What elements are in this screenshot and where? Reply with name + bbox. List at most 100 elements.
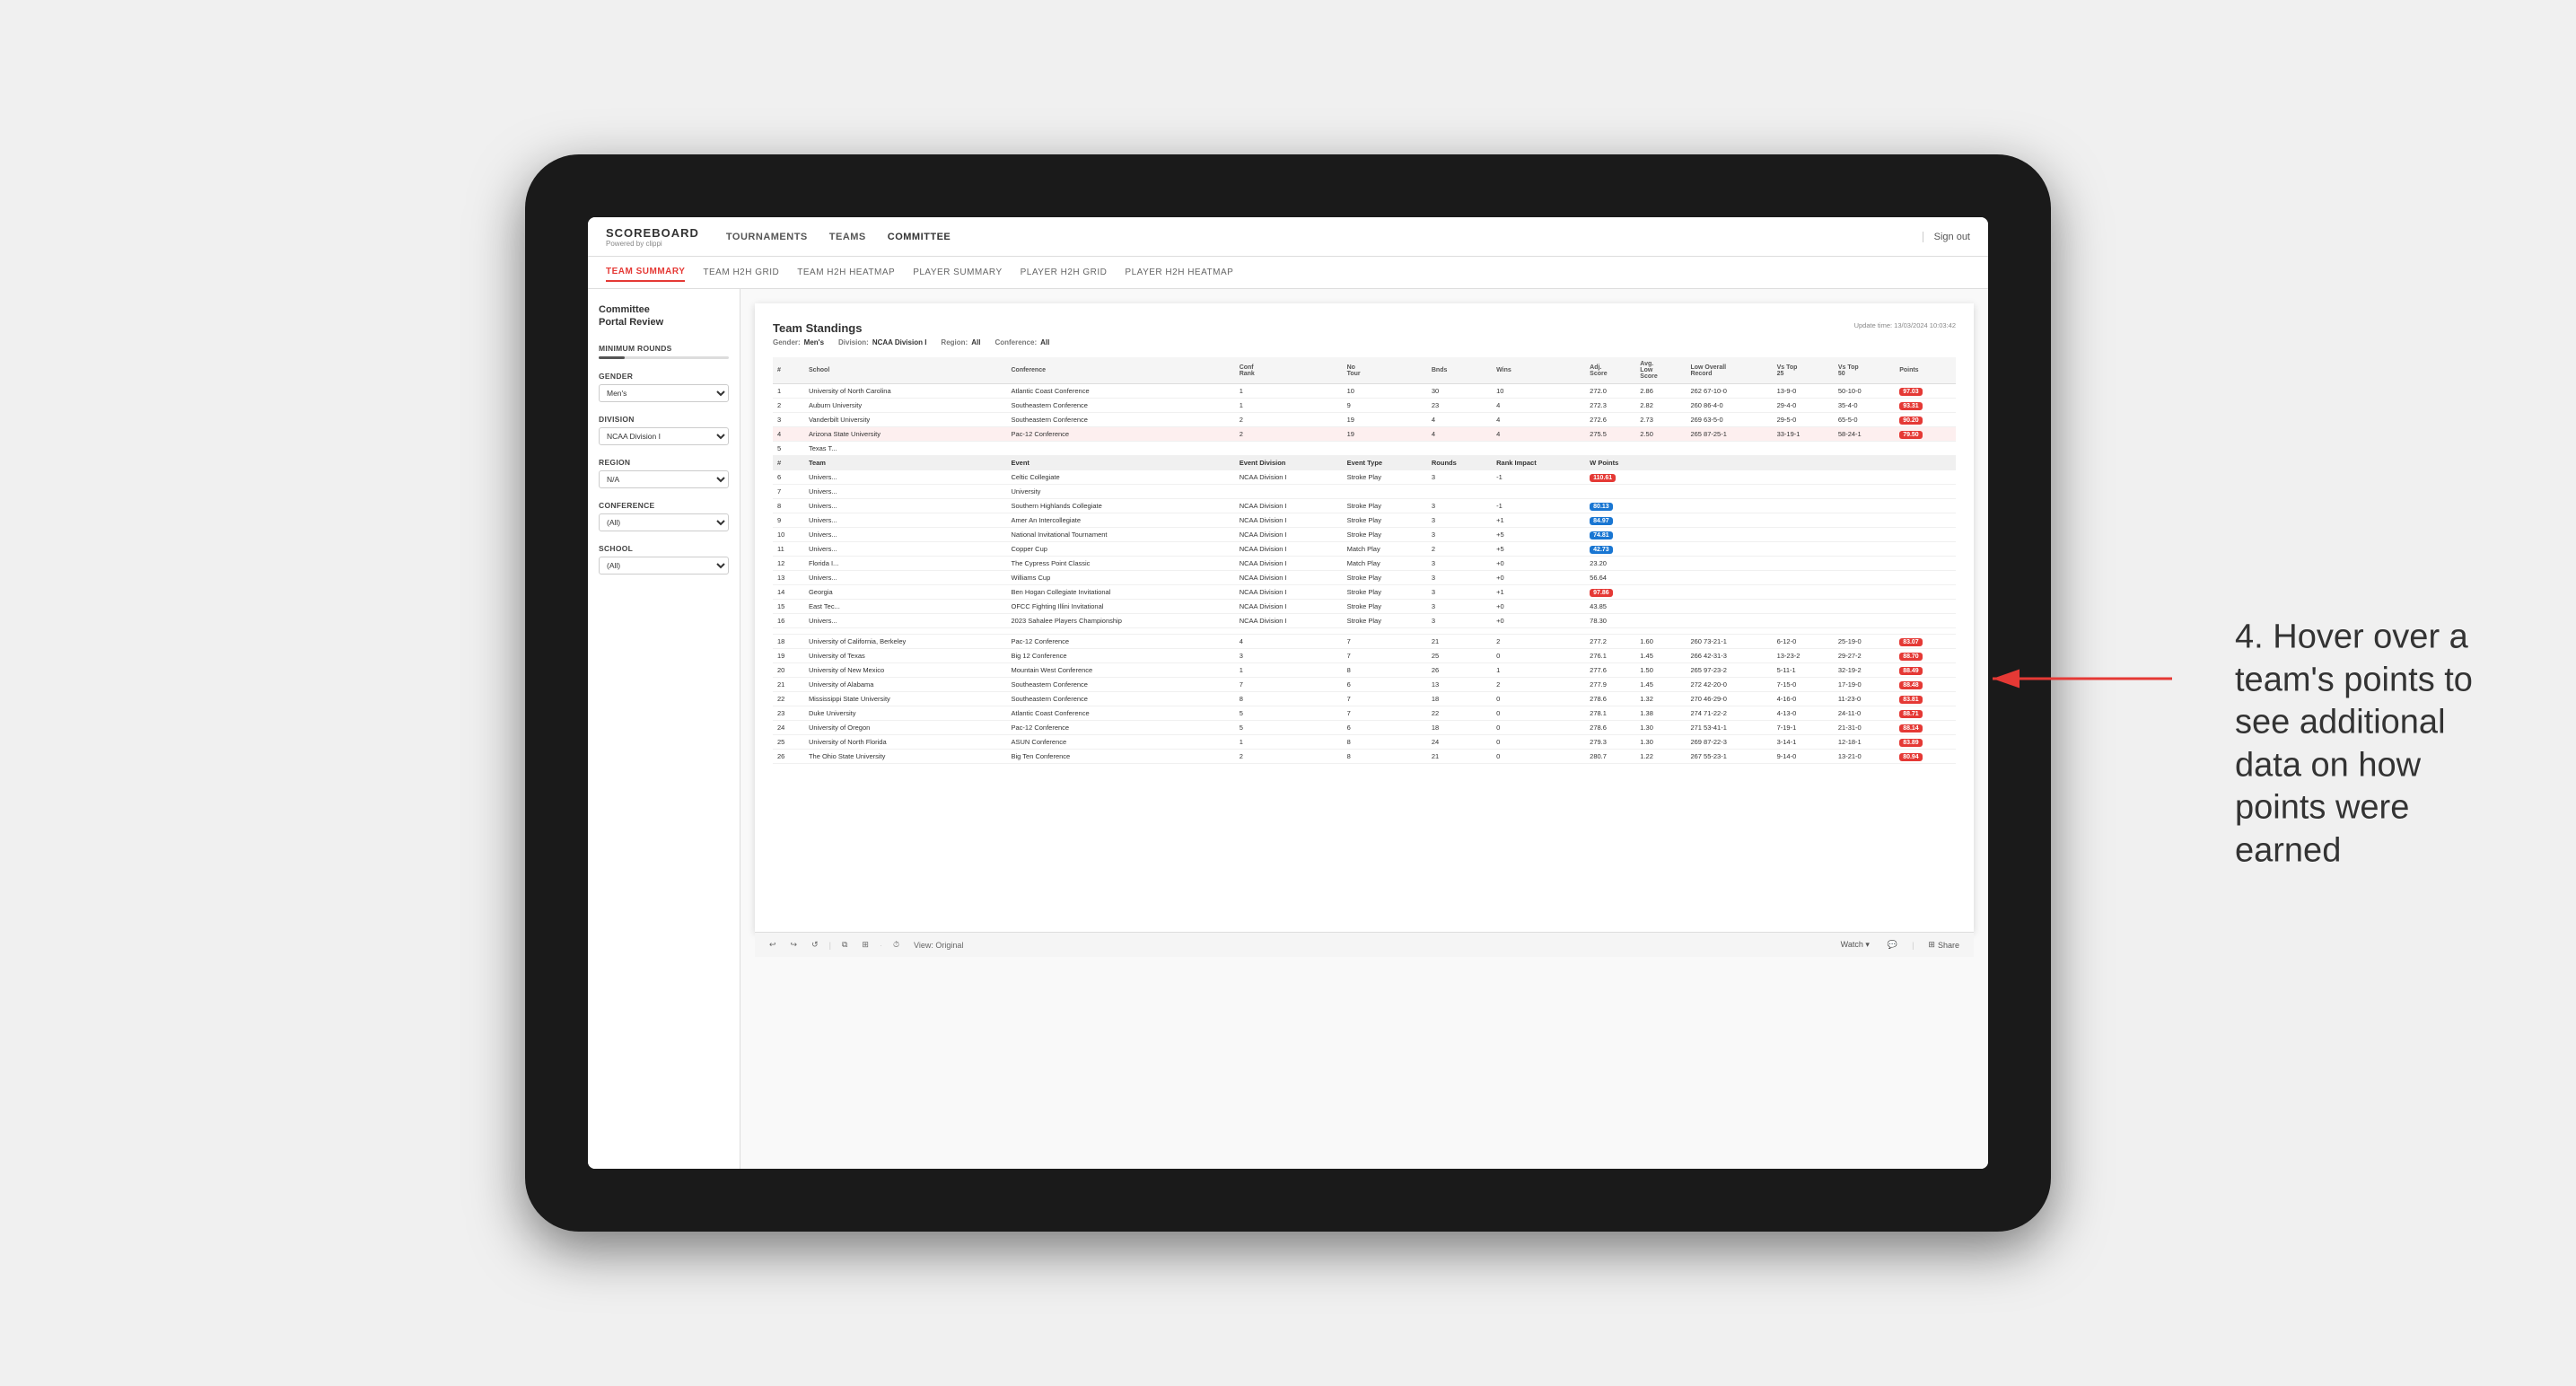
undo-button[interactable]: ↩ xyxy=(766,938,780,952)
row-points[interactable]: 90.20 xyxy=(1895,413,1956,427)
table-row[interactable]: 26 The Ohio State University Big Ten Con… xyxy=(773,750,1956,764)
tab-player-h2h-grid[interactable]: PLAYER H2H GRID xyxy=(1021,264,1108,281)
redo-button[interactable]: ↪ xyxy=(787,938,802,952)
slider-container xyxy=(599,356,729,359)
annotation-text: 4. Hover over a team's points to see add… xyxy=(2235,617,2504,873)
table-row-highlighted[interactable]: 4 Arizona State University Pac-12 Confer… xyxy=(773,427,1956,442)
row-avg-low: 2.73 xyxy=(1635,413,1686,427)
slider-track xyxy=(599,356,729,359)
sub-nav: TEAM SUMMARY TEAM H2H GRID TEAM H2H HEAT… xyxy=(588,257,1988,289)
tab-team-h2h-heatmap[interactable]: TEAM H2H HEATMAP xyxy=(797,264,895,281)
share-button[interactable]: ⊞ Share xyxy=(1924,938,1963,952)
row-vs50: 58-24-1 xyxy=(1834,427,1895,442)
col-bnds: Bnds xyxy=(1427,357,1492,384)
nav-items: TOURNAMENTS TEAMS COMMITTEE xyxy=(726,228,1923,246)
expanded-row[interactable]: 10 Univers... National Invitational Tour… xyxy=(773,528,1956,542)
table-row[interactable]: 3 Vanderbilt University Southeastern Con… xyxy=(773,413,1956,427)
row-bnds: 23 xyxy=(1427,399,1492,413)
row-conf-rank: 1 xyxy=(1235,399,1343,413)
row-points[interactable]: 79.50 xyxy=(1895,427,1956,442)
standings-table: # School Conference ConfRank NoTour Bnds… xyxy=(773,357,1956,764)
table-row[interactable]: 18 University of California, Berkeley Pa… xyxy=(773,635,1956,649)
tab-player-h2h-heatmap[interactable]: PLAYER H2H HEATMAP xyxy=(1125,264,1233,281)
spacer-row xyxy=(773,628,1956,635)
table-row[interactable]: 25 University of North Florida ASUN Conf… xyxy=(773,735,1956,750)
sidebar-division-select[interactable]: NCAA Division I NCAA Division II All xyxy=(599,427,729,445)
sidebar-region-select[interactable]: N/A East West All xyxy=(599,470,729,488)
row-conference: Atlantic Coast Conference xyxy=(1006,384,1234,399)
row-vs50: 35-4-0 xyxy=(1834,399,1895,413)
sidebar-region: Region N/A East West All xyxy=(599,458,729,488)
expanded-row[interactable]: 9 Univers... Amer An Intercollegiate NCA… xyxy=(773,513,1956,528)
row-low-overall: 262 67-10-0 xyxy=(1686,384,1772,399)
watch-button[interactable]: Watch ▾ xyxy=(1837,938,1873,952)
row-low-overall: 260 86-4-0 xyxy=(1686,399,1772,413)
logo-title: SCOREBOARD xyxy=(606,226,699,240)
feedback-button[interactable]: 💬 xyxy=(1884,938,1901,952)
table-row[interactable]: 2 Auburn University Southeastern Confere… xyxy=(773,399,1956,413)
expanded-row[interactable]: 11 Univers... Copper Cup NCAA Division I… xyxy=(773,542,1956,557)
sidebar-gender: Gender Men's Women's All xyxy=(599,372,729,402)
table-row[interactable]: 20 University of New Mexico Mountain Wes… xyxy=(773,663,1956,678)
row-points[interactable]: 93.31 xyxy=(1895,399,1956,413)
expanded-row[interactable]: 8 Univers... Southern Highlands Collegia… xyxy=(773,499,1956,513)
sidebar-division-label: Division xyxy=(599,415,729,424)
clock-button[interactable]: ⏱ xyxy=(889,938,903,952)
row-school: Auburn University xyxy=(804,399,1007,413)
sidebar-gender-select[interactable]: Men's Women's All xyxy=(599,384,729,402)
copy-button[interactable]: ⧉ xyxy=(838,938,851,952)
tab-team-summary[interactable]: TEAM SUMMARY xyxy=(606,263,685,282)
filter-division-value: NCAA Division I xyxy=(872,338,927,346)
col-no-tour: NoTour xyxy=(1343,357,1427,384)
row-avg-low: 2.50 xyxy=(1635,427,1686,442)
nav-tournaments[interactable]: TOURNAMENTS xyxy=(726,228,808,246)
table-row[interactable]: 24 University of Oregon Pac-12 Conferenc… xyxy=(773,721,1956,735)
row-bnds: 4 xyxy=(1427,413,1492,427)
table-row[interactable]: 5 Texas T... xyxy=(773,442,1956,456)
expanded-row[interactable]: 16 Univers... 2023 Sahalee Players Champ… xyxy=(773,614,1956,628)
expanded-row[interactable]: 15 East Tec... OFCC Fighting Illini Invi… xyxy=(773,600,1956,614)
row-num: 3 xyxy=(773,413,804,427)
sidebar: Committee Portal Review Minimum Rounds G… xyxy=(588,289,740,1169)
exp-col-type: Event Type xyxy=(1343,456,1427,470)
exp-col-team: Team xyxy=(804,456,1007,470)
table-header-row: # School Conference ConfRank NoTour Bnds… xyxy=(773,357,1956,384)
sidebar-conference-select[interactable]: (All) ACC Big Ten xyxy=(599,513,729,531)
row-low-overall: 269 63-5-0 xyxy=(1686,413,1772,427)
expanded-row[interactable]: 13 Univers... Williams Cup NCAA Division… xyxy=(773,571,1956,585)
row-school: Texas T... xyxy=(804,442,1007,456)
paste-button[interactable]: ⊞ xyxy=(858,938,872,952)
expanded-row[interactable]: 12 Florida I... The Cypress Point Classi… xyxy=(773,557,1956,571)
reset-button[interactable]: ↺ xyxy=(808,938,822,952)
sidebar-gender-label: Gender xyxy=(599,372,729,381)
filter-region-value: All xyxy=(971,338,980,346)
row-vs25: 29-4-0 xyxy=(1773,399,1834,413)
expanded-row[interactable]: 14 Georgia Ben Hogan Collegiate Invitati… xyxy=(773,585,1956,600)
tab-player-summary[interactable]: PLAYER SUMMARY xyxy=(913,264,1002,281)
report-title-section: Team Standings Gender: Men's Division: N… xyxy=(773,321,1049,346)
row-school: Arizona State University xyxy=(804,427,1007,442)
row-empty xyxy=(1006,442,1956,456)
row-no-tour: 9 xyxy=(1343,399,1427,413)
filter-region: Region: All xyxy=(941,338,980,346)
col-num: # xyxy=(773,357,804,384)
sidebar-school-select[interactable]: (All) xyxy=(599,557,729,575)
sign-out-button[interactable]: Sign out xyxy=(1923,232,1970,242)
view-original-button[interactable]: View: Original xyxy=(910,939,967,952)
table-row[interactable]: 23 Duke University Atlantic Coast Confer… xyxy=(773,706,1956,721)
table-row[interactable]: 21 University of Alabama Southeastern Co… xyxy=(773,678,1956,692)
expanded-row[interactable]: 6 Univers... Celtic Collegiate NCAA Divi… xyxy=(773,470,1956,485)
logo: SCOREBOARD Powered by clippi xyxy=(606,226,699,248)
table-row[interactable]: 19 University of Texas Big 12 Conference… xyxy=(773,649,1956,663)
expanded-row[interactable]: 7 Univers... University xyxy=(773,485,1956,499)
col-points: Points xyxy=(1895,357,1956,384)
nav-teams[interactable]: TEAMS xyxy=(829,228,866,246)
row-points[interactable]: 97.03 xyxy=(1895,384,1956,399)
tab-team-h2h-grid[interactable]: TEAM H2H GRID xyxy=(703,264,779,281)
table-row[interactable]: 1 University of North Carolina Atlantic … xyxy=(773,384,1956,399)
sidebar-division: Division NCAA Division I NCAA Division I… xyxy=(599,415,729,445)
table-row[interactable]: 22 Mississippi State University Southeas… xyxy=(773,692,1956,706)
row-conf-rank: 1 xyxy=(1235,384,1343,399)
filter-conference-label: Conference: xyxy=(994,338,1037,346)
nav-committee[interactable]: COMMITTEE xyxy=(888,228,951,246)
